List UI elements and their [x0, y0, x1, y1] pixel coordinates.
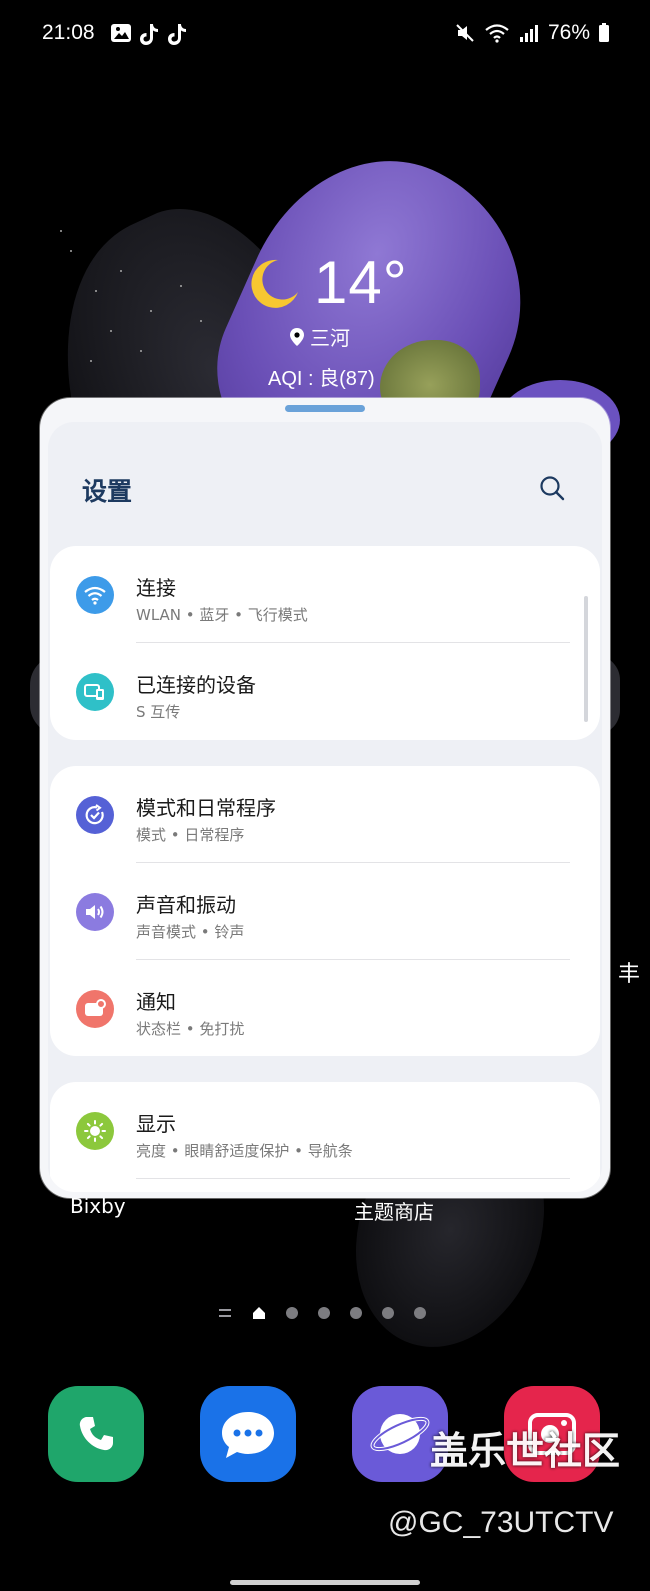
- scrollbar[interactable]: [584, 596, 588, 722]
- battery-icon: [599, 23, 609, 42]
- page-dot[interactable]: [382, 1307, 394, 1319]
- weather-aqi: AQI : 良(87): [268, 368, 375, 390]
- settings-item-sound-vibration[interactable]: 声音和振动 声音模式 • 铃声: [50, 863, 600, 960]
- home-page-icon[interactable]: [252, 1306, 266, 1320]
- settings-group: 模式和日常程序 模式 • 日常程序 声音和振动 声音模式 • 铃声 通知 状态栏…: [50, 766, 600, 1056]
- volume-icon: [76, 893, 114, 931]
- settings-item-title: 模式和日常程序: [136, 796, 276, 820]
- settings-item-display[interactable]: 显示 亮度 • 眼睛舒适度保护 • 导航条: [50, 1082, 600, 1179]
- gallery-icon: [111, 24, 131, 42]
- settings-item-title: 已连接的设备: [136, 673, 256, 697]
- settings-content: 设置 连接 WLAN • 蓝牙 • 飞行模式 已连接的设备 S 互传 模式和日常…: [48, 422, 602, 1192]
- location-name: 三河: [310, 326, 350, 350]
- page-dot[interactable]: [318, 1307, 330, 1319]
- home-page-indicator[interactable]: [218, 1306, 426, 1320]
- page-dot[interactable]: [286, 1307, 298, 1319]
- devices-icon: [76, 673, 114, 711]
- divider: [136, 1178, 570, 1179]
- phone-app-icon[interactable]: [48, 1386, 144, 1482]
- battery-percent: 76%: [547, 21, 590, 44]
- wifi-status-icon: [485, 24, 509, 43]
- weather-widget[interactable]: 14°: [248, 248, 408, 317]
- moon-icon: [251, 259, 298, 308]
- page-dot[interactable]: [414, 1307, 426, 1319]
- page-title: 设置: [82, 477, 133, 506]
- notification-icons: [110, 22, 188, 46]
- home-app-label[interactable]: 主题商店: [354, 1196, 434, 1225]
- settings-item-title: 连接: [136, 576, 176, 600]
- page-dot[interactable]: [350, 1307, 362, 1319]
- brightness-icon: [76, 1112, 114, 1150]
- weather-temperature: 14°: [314, 249, 408, 316]
- mute-icon: [456, 24, 474, 42]
- routine-icon: [76, 796, 114, 834]
- settings-item-subtitle: 声音模式 • 铃声: [136, 923, 245, 941]
- system-status: 76%: [454, 21, 610, 45]
- watermark-handle: @GC_73UTCTV: [388, 1506, 614, 1539]
- settings-item-title: 通知: [136, 990, 176, 1014]
- settings-item-subtitle: 状态栏 • 免打扰: [136, 1020, 245, 1038]
- popup-drag-handle[interactable]: [285, 405, 365, 412]
- settings-item-title: 声音和振动: [136, 893, 236, 917]
- settings-item-modes-routines[interactable]: 模式和日常程序 模式 • 日常程序: [50, 766, 600, 863]
- settings-item-subtitle: 模式 • 日常程序: [136, 826, 245, 844]
- messages-app-icon[interactable]: [200, 1386, 296, 1482]
- tiktok-icon: [140, 24, 158, 45]
- location-pin-icon: [290, 327, 304, 346]
- gesture-bar[interactable]: [230, 1580, 420, 1585]
- wifi-icon: [76, 576, 114, 614]
- signal-icon: [519, 25, 538, 42]
- settings-item-subtitle: S 互传: [136, 703, 181, 721]
- notification-icon: [76, 990, 114, 1028]
- settings-popup-window[interactable]: 设置 连接 WLAN • 蓝牙 • 飞行模式 已连接的设备 S 互传 模式和日常…: [40, 398, 610, 1198]
- settings-item-title: 显示: [136, 1112, 176, 1136]
- settings-item-connected-devices[interactable]: 已连接的设备 S 互传: [50, 643, 600, 740]
- weather-location: 三河: [290, 322, 350, 351]
- home-app-label-partial: 丰: [618, 962, 641, 987]
- status-time: 21:08: [42, 21, 95, 44]
- menu-page-icon[interactable]: [218, 1307, 232, 1319]
- watermark-text: 盖乐世社区: [430, 1429, 621, 1473]
- settings-item-connections[interactable]: 连接 WLAN • 蓝牙 • 飞行模式: [50, 546, 600, 643]
- settings-item-notifications[interactable]: 通知 状态栏 • 免打扰: [50, 960, 600, 1057]
- settings-item-subtitle: WLAN • 蓝牙 • 飞行模式: [136, 606, 308, 624]
- settings-group: 连接 WLAN • 蓝牙 • 飞行模式 已连接的设备 S 互传: [50, 546, 600, 740]
- status-bar: 21:08 76%: [0, 18, 650, 52]
- settings-item-subtitle: 亮度 • 眼睛舒适度保护 • 导航条: [136, 1142, 353, 1160]
- search-icon[interactable]: [538, 474, 566, 502]
- settings-group: 显示 亮度 • 眼睛舒适度保护 • 导航条: [50, 1082, 600, 1192]
- tiktok-icon: [168, 24, 186, 45]
